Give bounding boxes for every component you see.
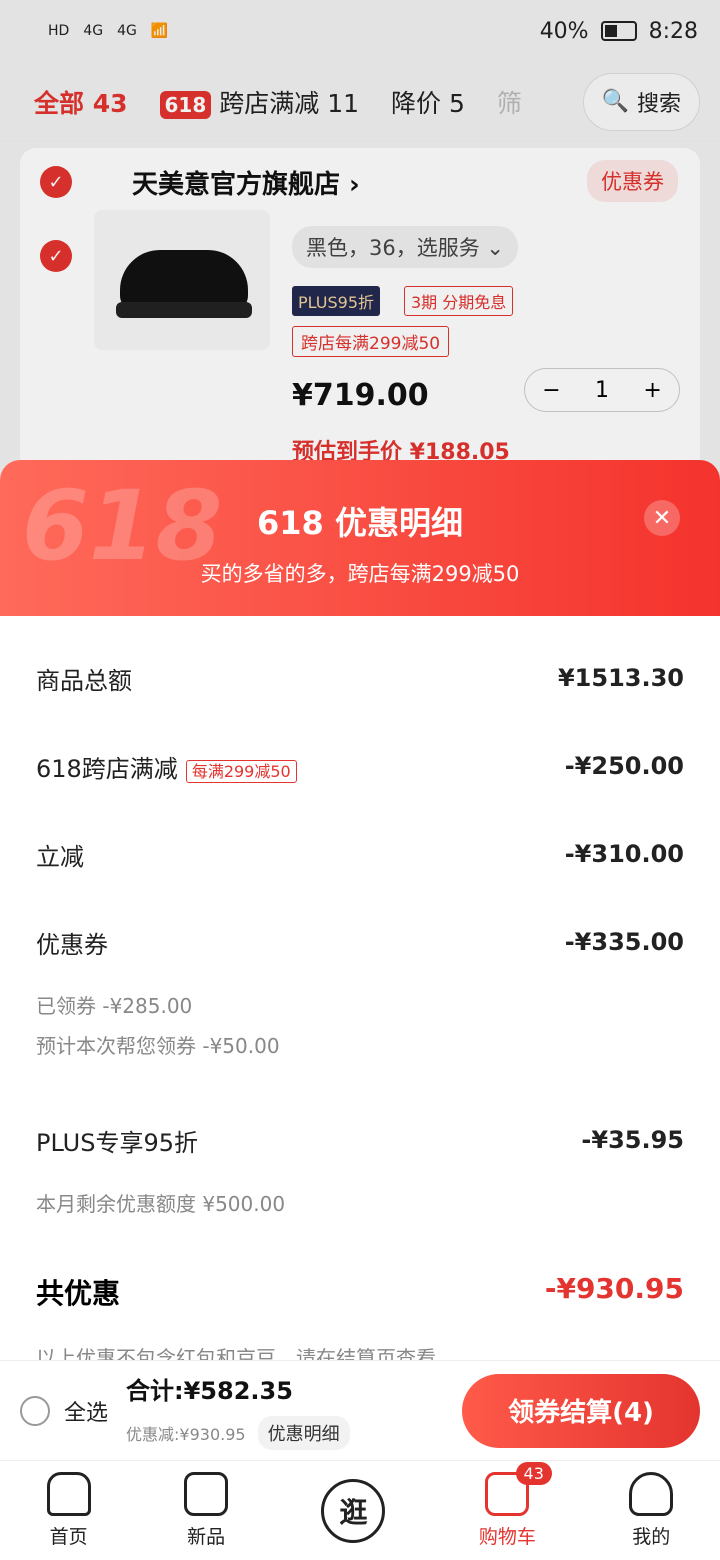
row-plus: PLUS专享95折 -¥35.95 — [36, 1126, 684, 1157]
discount-note: 以上优惠不包含红包和京豆，请在结算页查看 — [36, 1346, 436, 1360]
discount-detail-button[interactable]: 优惠明细 — [257, 1416, 350, 1450]
discount-rows: 商品总额 ¥1513.30 618跨店满减 每满299减50 -¥250.00 立减 -… — [0, 616, 720, 1360]
row-goods-total: 商品总额 ¥1513.30 — [36, 664, 684, 695]
total-amount: 合计:¥582.35 — [126, 1377, 293, 1405]
cart-badge: 43 — [515, 1462, 552, 1485]
coupon-claimed: 已领券 -¥285.00 — [36, 994, 193, 1018]
select-all-radio[interactable] — [20, 1395, 50, 1426]
cross-store-tag: 每满299减50 — [185, 759, 297, 783]
close-icon[interactable]: ✕ — [644, 500, 680, 536]
cart-page: HD 4G 4G 📶 40% 8:28 全部 43 618 跨店满减 11 降价 … — [0, 0, 720, 1560]
618-watermark: 618 — [22, 470, 223, 582]
checkout-bar: 全选 合计:¥582.35 优惠减:¥930.95 优惠明细 领券结算(4) — [0, 1360, 720, 1460]
nav-new[interactable]: 新品 — [184, 1472, 229, 1549]
bottom-nav: 首页 新品 逛 43 购物车 我的 — [0, 1460, 720, 1560]
nav-cart[interactable]: 43 购物车 — [479, 1462, 552, 1549]
total-discount: 共优惠 -¥930.95 — [36, 1272, 684, 1310]
row-instant: 立减 -¥310.00 — [36, 840, 684, 871]
select-all-label[interactable]: 全选 — [64, 1395, 108, 1427]
row-cross-store: 618跨店满减 每满299减50 -¥250.00 — [36, 752, 684, 783]
nav-browse[interactable]: 逛 — [321, 1478, 386, 1543]
row-coupon: 优惠券 -¥335.00 — [36, 928, 684, 959]
nav-me[interactable]: 我的 — [629, 1472, 674, 1549]
coupon-estimated: 预计本次帮您领券 -¥50.00 — [36, 1034, 280, 1058]
discount-detail-sheet: 618 618 优惠明细 买的多省的多，跨店每满299减50 ✕ 商品总额 ¥15… — [0, 460, 720, 1360]
sheet-header: 618 618 优惠明细 买的多省的多，跨店每满299减50 ✕ — [0, 460, 720, 616]
plus-quota: 本月剩余优惠额度 ¥500.00 — [36, 1192, 286, 1216]
home-icon — [46, 1472, 91, 1516]
discount-amount: 优惠减:¥930.95 — [126, 1425, 246, 1444]
user-icon — [629, 1472, 674, 1516]
checkout-button[interactable]: 领券结算(4) — [462, 1373, 700, 1448]
cube-icon — [184, 1472, 229, 1516]
nav-home[interactable]: 首页 — [46, 1472, 91, 1549]
browse-icon: 逛 — [321, 1478, 386, 1543]
total-summary: 合计:¥582.35 优惠减:¥930.95 优惠明细 — [126, 1371, 350, 1450]
